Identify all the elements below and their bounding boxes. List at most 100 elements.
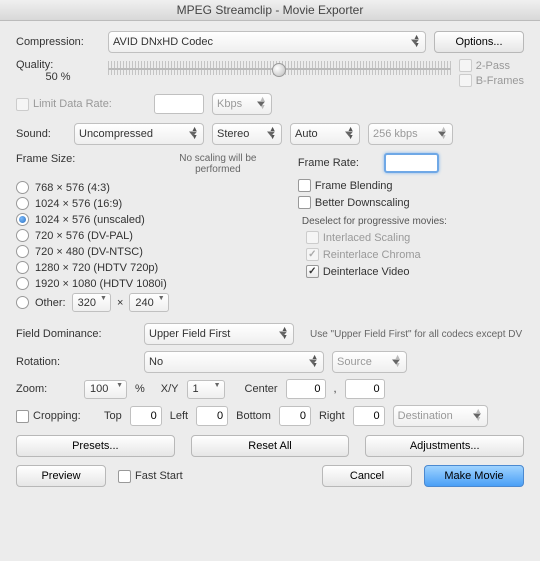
- radio-icon: [16, 213, 29, 226]
- zoom-center-x-input[interactable]: [286, 379, 326, 399]
- field-dominance-value: Upper Field First: [149, 328, 230, 340]
- sound-channels-value: Stereo: [217, 128, 249, 140]
- frame-size-other-width[interactable]: 320▼: [72, 293, 111, 312]
- sound-codec-value: Uncompressed: [79, 128, 153, 140]
- radio-icon: [16, 197, 29, 210]
- quality-slider-thumb[interactable]: [272, 63, 286, 77]
- limit-data-rate-unit: Kbps: [217, 98, 242, 110]
- sound-rate-select[interactable]: Auto ▲▼: [290, 123, 360, 145]
- frame-size-radio[interactable]: 1024 × 576 (16:9): [16, 197, 278, 210]
- better-downscaling-checkbox[interactable]: Better Downscaling: [298, 196, 410, 209]
- cropping-right-label: Right: [319, 410, 345, 422]
- quality-label: Quality:: [16, 59, 100, 71]
- frame-size-radio[interactable]: 1920 × 1080 (HDTV 1080i): [16, 277, 278, 290]
- quality-slider[interactable]: [108, 59, 451, 77]
- frame-size-radio[interactable]: 768 × 576 (4:3): [16, 181, 278, 194]
- frame-size-option-label: 1920 × 1080 (HDTV 1080i): [35, 278, 167, 290]
- quality-value: 50 %: [16, 71, 100, 83]
- options-button[interactable]: Options...: [434, 31, 524, 53]
- presets-button[interactable]: Presets...: [16, 435, 175, 457]
- zoom-center-label: Center: [245, 383, 278, 395]
- rotation-label: Rotation:: [16, 356, 136, 368]
- cropping-dest-select: Destination ▲▼: [393, 405, 488, 427]
- limit-data-rate-input[interactable]: [154, 94, 204, 114]
- rotation-value: No: [149, 356, 163, 368]
- sound-bitrate-value: 256 kbps: [373, 128, 418, 140]
- radio-icon: [16, 181, 29, 194]
- rotation-select[interactable]: No ▲▼: [144, 351, 324, 373]
- compression-label: Compression:: [16, 36, 100, 48]
- window-title: MPEG Streamclip - Movie Exporter: [0, 0, 540, 21]
- interlaced-scaling-label: Interlaced Scaling: [323, 232, 410, 244]
- b-frames-checkbox: B-Frames: [459, 74, 524, 87]
- zoom-value-select[interactable]: 100▼: [84, 380, 127, 399]
- radio-icon: [16, 261, 29, 274]
- frame-size-option-label: 720 × 480 (DV-NTSC): [35, 246, 143, 258]
- cropping-left-input[interactable]: [196, 406, 228, 426]
- frame-size-note: No scaling will be performed: [158, 153, 278, 175]
- cropping-label: Cropping:: [33, 410, 81, 422]
- cropping-top-input[interactable]: [130, 406, 162, 426]
- zoom-xy-select[interactable]: 1▼: [187, 380, 225, 399]
- frame-blending-label: Frame Blending: [315, 180, 393, 192]
- frame-rate-input[interactable]: [384, 153, 439, 173]
- radio-icon: [16, 229, 29, 242]
- field-dominance-hint: Use "Upper Field First" for all codecs e…: [310, 329, 524, 340]
- limit-data-rate-unit-select: Kbps ▲▼: [212, 93, 272, 115]
- two-pass-label: 2-Pass: [476, 60, 510, 72]
- zoom-center-y-input[interactable]: [345, 379, 385, 399]
- frame-size-option-label: 1280 × 720 (HDTV 720p): [35, 262, 158, 274]
- sound-channels-select[interactable]: Stereo ▲▼: [212, 123, 282, 145]
- cropping-left-label: Left: [170, 410, 188, 422]
- frame-size-radio[interactable]: 720 × 480 (DV-NTSC): [16, 245, 278, 258]
- frame-size-radio[interactable]: 720 × 576 (DV-PAL): [16, 229, 278, 242]
- zoom-label: Zoom:: [16, 383, 76, 395]
- limit-data-rate-checkbox: Limit Data Rate:: [16, 98, 146, 111]
- deinterlace-video-checkbox[interactable]: Deinterlace Video: [306, 265, 410, 278]
- cancel-button[interactable]: Cancel: [322, 465, 412, 487]
- frame-size-radio[interactable]: 1024 × 576 (unscaled): [16, 213, 278, 226]
- cropping-bottom-label: Bottom: [236, 410, 271, 422]
- fast-start-checkbox[interactable]: Fast Start: [118, 470, 183, 483]
- frame-rate-label: Frame Rate:: [298, 157, 378, 169]
- frame-size-option-label: 720 × 576 (DV-PAL): [35, 230, 133, 242]
- limit-data-rate-label: Limit Data Rate:: [33, 98, 112, 110]
- frame-size-other-height[interactable]: 240▼: [129, 293, 168, 312]
- compression-select[interactable]: AVID DNxHD Codec ▲▼: [108, 31, 426, 53]
- adjustments-button[interactable]: Adjustments...: [365, 435, 524, 457]
- interlaced-scaling-checkbox: Interlaced Scaling: [306, 231, 410, 244]
- zoom-xy-label: X/Y: [161, 383, 179, 395]
- cropping-top-label: Top: [104, 410, 122, 422]
- frame-blending-checkbox[interactable]: Frame Blending: [298, 179, 393, 192]
- field-dominance-select[interactable]: Upper Field First ▲▼: [144, 323, 294, 345]
- b-frames-label: B-Frames: [476, 75, 524, 87]
- reinterlace-chroma-label: Reinterlace Chroma: [323, 249, 421, 261]
- cropping-bottom-input[interactable]: [279, 406, 311, 426]
- frame-size-other-label: Other:: [35, 297, 66, 309]
- deinterlace-video-label: Deinterlace Video: [323, 266, 410, 278]
- radio-icon: [16, 245, 29, 258]
- rotation-source-value: Source: [337, 356, 372, 368]
- two-pass-checkbox: 2-Pass: [459, 59, 524, 72]
- field-dominance-label: Field Dominance:: [16, 328, 136, 340]
- frame-size-other-radio[interactable]: Other: 320▼ × 240▼: [16, 293, 278, 312]
- rotation-source-select: Source ▲▼: [332, 351, 407, 373]
- frame-size-radio[interactable]: 1280 × 720 (HDTV 720p): [16, 261, 278, 274]
- fast-start-label: Fast Start: [135, 470, 183, 482]
- sound-rate-value: Auto: [295, 128, 318, 140]
- frame-size-option-label: 768 × 576 (4:3): [35, 182, 110, 194]
- deselect-note: Deselect for progressive movies:: [302, 216, 524, 227]
- make-movie-button[interactable]: Make Movie: [424, 465, 524, 487]
- frame-size-label: Frame Size:: [16, 153, 75, 175]
- reinterlace-chroma-checkbox: Reinterlace Chroma: [306, 248, 421, 261]
- zoom-unit: %: [135, 383, 145, 395]
- frame-size-option-label: 1024 × 576 (unscaled): [35, 214, 145, 226]
- cropping-right-input[interactable]: [353, 406, 385, 426]
- preview-button[interactable]: Preview: [16, 465, 106, 487]
- radio-icon: [16, 277, 29, 290]
- reset-all-button[interactable]: Reset All: [191, 435, 350, 457]
- cropping-checkbox[interactable]: Cropping:: [16, 410, 96, 423]
- sound-codec-select[interactable]: Uncompressed ▲▼: [74, 123, 204, 145]
- sound-label: Sound:: [16, 128, 66, 140]
- cropping-dest-value: Destination: [398, 410, 453, 422]
